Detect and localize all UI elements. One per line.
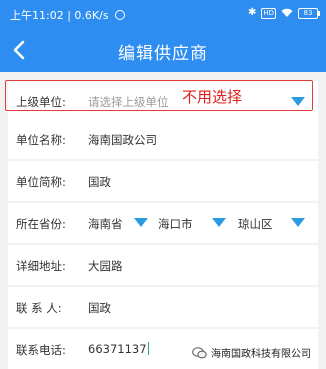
contact-row: 联 系 人: 国政 [8,287,318,327]
district-select[interactable]: 琼山区 [238,216,273,232]
wifi-icon [281,8,293,17]
phone-field[interactable]: 66371137 [88,342,150,356]
address-row: 详细地址: 大园路 [8,245,318,285]
status-left: 上午11:02 | 0.6K/s [10,7,126,23]
contact-field[interactable]: 国政 [88,300,111,316]
hd-icon: HD [261,7,276,19]
watermark-text: 海南国政科技有限公司 [211,349,311,360]
unit-name-label: 单位名称: [16,133,66,147]
short-name-row: 单位简称: 国政 [8,161,318,201]
address-field[interactable]: 大园路 [88,258,123,274]
page-title: 编辑供应商 [118,44,208,64]
city-dropdown-icon[interactable] [212,218,226,227]
location-label: 所在省份: [16,217,66,231]
phone-value: 66371137 [88,342,147,356]
text-cursor [147,342,150,355]
watermark: 海南国政科技有限公司 [192,345,311,360]
highlight-box [5,80,313,111]
province-dropdown-icon[interactable] [134,218,148,227]
battery-level: 83 [303,8,313,17]
alarm-icon [115,10,126,20]
contact-label: 联 系 人: [16,301,62,315]
phone-label: 联系电话: [16,343,66,357]
location-row: 所在省份: 海南省 海口市 琼山区 [8,203,318,243]
status-time: 上午11:02 [10,9,64,22]
city-select[interactable]: 海口市 [158,216,193,232]
battery-icon: 83 [298,7,320,19]
short-name-label: 单位简称: [16,175,66,189]
status-right: ✱ HD 83 [247,6,320,20]
unit-name-field[interactable]: 海南国政公司 [88,132,157,148]
title-bar: 编辑供应商 [0,28,326,72]
bluetooth-icon: ✱ [247,7,257,18]
status-bar: 上午11:02 | 0.6K/s ✱ HD 83 [0,0,326,28]
short-name-field[interactable]: 国政 [88,174,111,190]
annotation-text: 不用选择 [182,88,243,106]
district-dropdown-icon[interactable] [291,218,305,227]
unit-name-row: 单位名称: 海南国政公司 [8,119,318,159]
address-label: 详细地址: [16,259,66,273]
network-speed: | 0.6K/s [67,9,109,22]
province-select[interactable]: 海南省 [88,216,123,232]
wechat-icon [192,346,207,358]
